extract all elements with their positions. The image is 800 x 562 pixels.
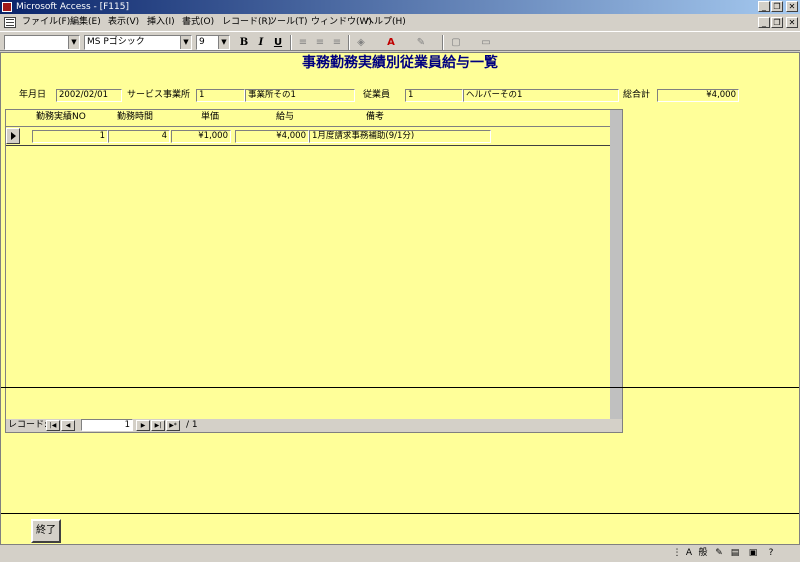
chevron-down-icon: ▼ [218,36,229,49]
salary-subform: 勤務実績NO 勤務時間 単価 給与 備考 1 4 ¥1,000 ¥4,000 1… [5,109,623,433]
child-restore-button[interactable]: ❐ [771,17,783,28]
record-selector[interactable] [6,128,20,144]
ime-tool-icon[interactable]: ✎ [712,547,726,560]
menu-records[interactable]: レコード(R) [222,16,271,29]
date-field[interactable]: 2002/02/01 [56,89,122,102]
menu-edit[interactable]: 編集(E) [70,16,101,29]
current-record-field[interactable]: 1 [81,419,133,431]
bold-button[interactable]: B [236,35,252,50]
office-name-field[interactable]: 事業所その1 [245,89,355,102]
cell-salary[interactable]: ¥4,000 [235,130,309,143]
form-title: 事務勤務実績別従業員給与一覧 [302,55,498,71]
record-nav-label: レコード: [8,420,48,430]
underline-button[interactable]: U [270,35,286,50]
child-close-button[interactable]: ✕ [786,17,798,28]
record-navigation: レコード: |◀ ◀ 1 ▶ ▶| ▶* / 1 [6,419,622,432]
fill-color-icon[interactable]: ◈ [353,35,369,50]
total-field[interactable]: ¥4,000 [657,89,739,102]
restore-button[interactable]: ❐ [771,1,783,12]
employee-code-field[interactable]: 1 [405,89,463,102]
ime-kanji-indicator[interactable]: 般 [696,547,710,560]
cell-hours[interactable]: 4 [108,130,170,143]
italic-button[interactable]: I [253,35,269,50]
child-minimize-button[interactable]: _ [758,17,770,28]
menu-insert[interactable]: 挿入(I) [147,16,175,29]
section-divider [1,387,799,388]
font-name-select[interactable]: MS Pゴシック ▼ [84,35,192,50]
menu-format[interactable]: 書式(O) [182,16,214,29]
date-label: 年月日 [19,90,47,100]
form-control-icon[interactable] [4,17,16,28]
chevron-down-icon: ▼ [180,36,191,49]
ime-pad-icon[interactable]: ▤ [728,547,742,560]
cell-note[interactable]: 1月度請求事務補助(9/1分) [309,130,491,143]
title-bar: Microsoft Access - [F115] _ ❐ ✕ [0,0,800,14]
first-record-icon[interactable]: |◀ [46,420,60,431]
new-record-icon[interactable]: ▶* [166,420,180,431]
menu-bar: ファイル(F) 編集(E) 表示(V) 挿入(I) 書式(O) レコード(R) … [0,14,800,31]
object-select[interactable]: ▼ [4,35,80,50]
column-header-salary: 給与 [276,112,295,122]
minimize-button[interactable]: _ [758,1,770,12]
cell-unit-price[interactable]: ¥1,000 [171,130,231,143]
font-color-icon[interactable]: A [383,35,399,50]
line-color-icon[interactable]: ✎ [413,35,429,50]
previous-record-icon[interactable]: ◀ [61,420,75,431]
toolbar-separator [348,35,350,50]
align-center-icon[interactable]: ≡ [312,35,328,50]
column-header-note: 備考 [366,112,385,122]
chevron-down-icon: ▼ [68,36,79,49]
close-form-button[interactable]: 終了 [31,519,61,543]
caps-kana-indicator [780,547,794,560]
footer-divider [1,513,799,514]
menu-view[interactable]: 表示(V) [108,16,139,29]
employee-name-field[interactable]: ヘルパーその1 [463,89,619,102]
ime-mode-indicator[interactable]: A [682,547,696,560]
office-label: サービス事業所 [127,90,191,100]
form-body: 事務勤務実績別従業員給与一覧 年月日 2002/02/01 サービス事業所 1 … [0,52,800,545]
toolbar-separator [442,35,444,50]
total-label: 総合計 [623,90,651,100]
font-size-value: 9 [199,37,205,47]
access-app-icon[interactable] [2,2,12,12]
align-left-icon[interactable]: ≡ [295,35,311,50]
special-effect-icon[interactable]: ▭ [478,35,494,50]
cell-no[interactable]: 1 [32,130,108,143]
window-title: Microsoft Access - [F115] [16,2,129,12]
menu-tools[interactable]: ツール(T) [268,16,308,29]
formatting-toolbar: ▼ MS Pゴシック ▼ 9 ▼ B I U ≡ ≡ ≡ ◈ A ✎ ▢ ▭ [0,31,800,51]
column-header-unit-price: 単価 [201,112,220,122]
menu-help[interactable]: ヘルプ(H) [365,16,406,29]
office-code-field[interactable]: 1 [196,89,245,102]
align-right-icon[interactable]: ≡ [329,35,345,50]
ime-dictionary-icon[interactable]: ▣ [746,547,760,560]
next-record-icon[interactable]: ▶ [136,420,150,431]
font-name-value: MS Pゴシック [87,37,145,47]
status-bar: ⋮ A 般 ✎ ▤ ▣ ? [0,545,800,562]
column-header-no: 勤務実績NO [36,112,86,122]
font-size-select[interactable]: 9 ▼ [196,35,230,50]
ime-help-icon[interactable]: ? [764,547,778,560]
toolbar-separator [290,35,292,50]
last-record-icon[interactable]: ▶| [151,420,165,431]
menu-file[interactable]: ファイル(F) [22,16,70,29]
menu-window[interactable]: ウィンドウ(W) [311,16,372,29]
column-header-hours: 勤務時間 [117,112,154,122]
vertical-scrollbar[interactable] [610,110,622,421]
record-count: / 1 [186,420,198,430]
close-button[interactable]: ✕ [786,1,798,12]
border-width-icon[interactable]: ▢ [448,35,464,50]
employee-label: 従業員 [363,90,391,100]
table-row: 1 4 ¥1,000 ¥4,000 1月度請求事務補助(9/1分) [6,126,610,146]
